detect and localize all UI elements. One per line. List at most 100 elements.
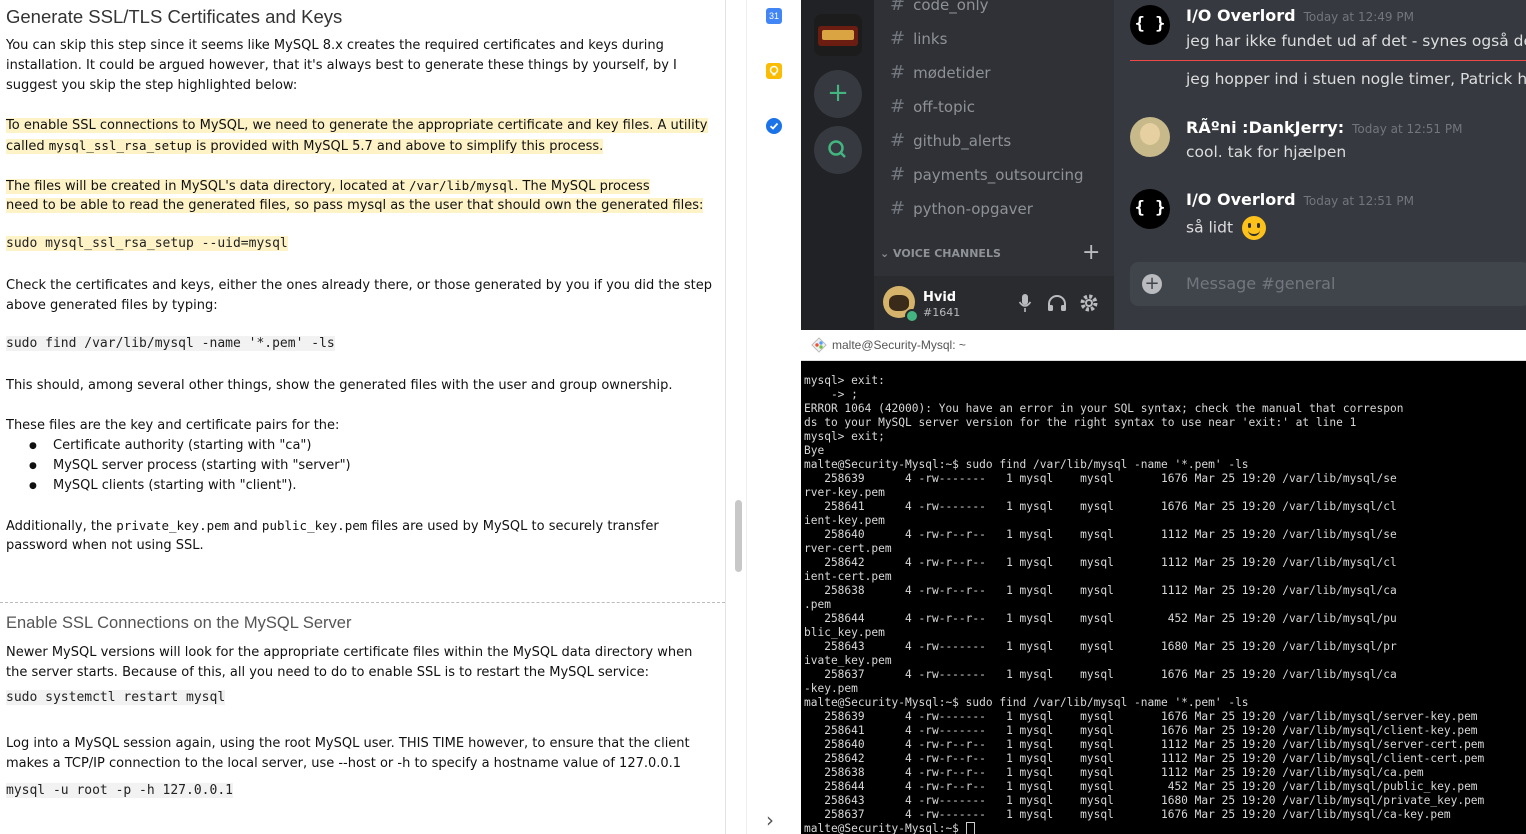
code-block-find: sudo find /var/lib/mysql -name '*.pem' -… [6, 336, 335, 351]
doc-paragraph: makes a TCP/IP connection to the local s… [6, 756, 682, 771]
terminal-title: malte@Security-Mysql: ~ [832, 338, 966, 352]
doc-paragraph: Log into a MySQL session again, using th… [6, 736, 690, 751]
hash-icon: # [890, 198, 906, 219]
add-attachment-icon[interactable]: + [1142, 274, 1162, 294]
terminal-line: 258644 4 -rw-r--r-- 1 mysql mysql 452 Ma… [804, 612, 1397, 625]
author-name: I/O Overlord [1186, 6, 1296, 25]
channel-python-opgaver[interactable]: # python-opgaver [890, 198, 1033, 219]
code-block-login: mysql -u root -p -h 127.0.0.1 [6, 783, 233, 798]
avatar[interactable]: { } [1130, 189, 1170, 229]
terminal-line: 258637 4 -rw------- 1 mysql mysql 1676 M… [804, 808, 1451, 821]
terminal-line: 258638 4 -rw-r--r-- 1 mysql mysql 1112 M… [804, 584, 1397, 597]
terminal-line: mysql> exit; [804, 430, 885, 443]
terminal-line: malte@Security-Mysql:~$ sudo find /var/l… [804, 696, 1249, 709]
highlight-text: The files will be created in MySQL's dat… [6, 179, 409, 194]
server-list: + [801, 0, 874, 330]
doc-paragraph: Newer MySQL versions will look for the a… [6, 645, 693, 660]
channel-modetider[interactable]: # mødetider [890, 62, 991, 83]
terminal-line: ds to your MySQL server version for the … [804, 416, 1357, 429]
add-server-button[interactable]: + [814, 70, 862, 118]
doc-heading-generate: Generate SSL/TLS Certificates and Keys [6, 6, 343, 27]
chevron-right-icon[interactable]: › [766, 808, 774, 832]
message-input-placeholder[interactable]: Message #general [1186, 274, 1335, 293]
channel-label: payments_outsourcing [913, 166, 1084, 184]
chat-area: { } I/O Overlord Today at 12:49 PM jeg ha… [1114, 0, 1526, 330]
terminal-line: ient-cert.pem [804, 570, 892, 583]
terminal-line: 258641 4 -rw------- 1 mysql mysql 1676 M… [804, 724, 1478, 737]
hash-icon: # [890, 0, 906, 15]
terminal-line: 258640 4 -rw-r--r-- 1 mysql mysql 1112 M… [804, 738, 1485, 751]
voice-channels-header[interactable]: ⌄ VOICE CHANNELS [880, 247, 1001, 260]
explore-servers-button[interactable] [814, 126, 862, 174]
bulb-icon [769, 65, 779, 76]
terminal-line: 258640 4 -rw-r--r-- 1 mysql mysql 1112 M… [804, 528, 1397, 541]
add-voice-channel-icon[interactable]: + [1082, 240, 1100, 265]
highlight-text: . The MySQL process [514, 179, 650, 194]
scrollbar-thumb[interactable] [735, 500, 742, 572]
message-timestamp: Today at 12:51 PM [1352, 122, 1463, 136]
channel-label: python-opgaver [913, 200, 1033, 218]
hash-icon: # [890, 130, 906, 151]
doc-paragraph: These files are the key and certificate … [6, 418, 340, 433]
channel-label: off-topic [913, 98, 976, 116]
doc-paragraph: You can skip this step since it seems li… [6, 38, 664, 53]
message-text: cool. tak for hjælpen [1186, 143, 1347, 161]
hash-icon: # [890, 96, 906, 117]
highlight-text: is provided with MySQL 5.7 and above to … [191, 139, 604, 154]
channel-payments-outsourcing[interactable]: # payments_outsourcing [890, 164, 1084, 185]
doc-paragraph: installation. It could be argued however… [6, 58, 677, 73]
message-text: jeg hopper ind i stuen nogle timer, Patr… [1186, 70, 1526, 88]
terminal-line: 258642 4 -rw-r--r-- 1 mysql mysql 1112 M… [804, 752, 1485, 765]
doc-paragraph: password when not using SSL. [6, 538, 204, 553]
side-rail: 31 › [725, 0, 802, 834]
avatar[interactable] [1130, 117, 1170, 157]
channel-github-alerts[interactable]: # github_alerts [890, 130, 1011, 151]
doc-paragraph: Check the certificates and keys, either … [6, 278, 712, 293]
terminal-line: .pem [804, 598, 831, 611]
message-author[interactable]: I/O Overlord Today at 12:49 PM [1186, 6, 1414, 25]
channel-label: github_alerts [913, 132, 1012, 150]
calendar-icon[interactable]: 31 [766, 8, 782, 24]
headphones-icon[interactable] [1047, 294, 1067, 312]
hash-icon: # [890, 28, 906, 49]
server-icon-exile[interactable] [814, 14, 862, 56]
avatar[interactable]: { } [1130, 5, 1170, 45]
doc-paragraph: the server starts. Because of this, all … [6, 665, 649, 680]
doc-text: and [229, 519, 262, 534]
message-body: så lidt [1186, 218, 1234, 237]
doc-text: Additionally, the [6, 519, 117, 534]
channel-code-only[interactable]: # code_only [890, 0, 989, 15]
terminal-line: malte@Security-Mysql:~$ [804, 822, 1526, 834]
message-input-box[interactable]: + Message #general [1130, 262, 1526, 306]
message-timestamp: Today at 12:51 PM [1303, 194, 1414, 208]
code-block-restart: sudo systemctl restart mysql [6, 690, 226, 705]
terminal-line: 258638 4 -rw-r--r-- 1 mysql mysql 1112 M… [804, 766, 1424, 779]
channel-sidebar: # code_only # links # mødetider # off-topic … [874, 0, 1114, 330]
terminal-line: ivate_key.pem [804, 654, 892, 667]
inline-code: private_key.pem [116, 518, 230, 533]
list-item: Certificate authority (starting with "ca… [29, 436, 311, 456]
doc-highlight-paragraph: need to be able to read the generated fi… [6, 196, 704, 216]
keep-icon[interactable] [766, 63, 782, 79]
check-icon [769, 122, 779, 130]
terminal-line: blic_key.pem [804, 626, 885, 639]
message-author[interactable]: RÃºni :DankJerry: Today at 12:51 PM [1186, 118, 1462, 137]
smile-emoji-icon [1241, 216, 1266, 240]
message-text: jeg har ikke fundet ud af det - synes og… [1186, 32, 1526, 50]
doc-highlight-paragraph: To enable SSL connections to MySQL, we n… [6, 116, 708, 136]
doc-paragraph: This should, among several other things,… [6, 378, 673, 393]
highlight-text: called [6, 139, 49, 154]
channel-links[interactable]: # links [890, 28, 947, 49]
author-name: RÃºni :DankJerry: [1186, 118, 1345, 137]
terminal-output[interactable]: mysql> exit: -> ; ERROR 1064 (42000): You… [804, 374, 1526, 834]
terminal-line: 258642 4 -rw-r--r-- 1 mysql mysql 1112 M… [804, 556, 1397, 569]
channel-label: links [913, 30, 948, 48]
list-item-text: MySQL server process (starting with "ser… [53, 458, 351, 473]
gear-icon[interactable] [1079, 293, 1099, 313]
channel-off-topic[interactable]: # off-topic [890, 96, 975, 117]
tasks-icon[interactable] [766, 118, 782, 134]
message-author[interactable]: I/O Overlord Today at 12:51 PM [1186, 190, 1414, 209]
search-icon [828, 140, 846, 158]
channel-label: mødetider [913, 64, 991, 82]
microphone-icon[interactable] [1017, 293, 1033, 313]
